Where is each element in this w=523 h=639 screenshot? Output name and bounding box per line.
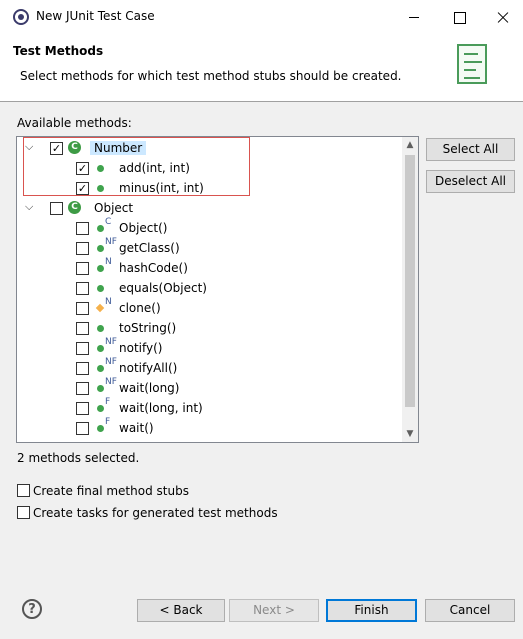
method-modifier-icon: N [105,257,112,267]
method-checkbox[interactable] [76,242,89,255]
method-visibility-icon [97,365,104,372]
maximize-button[interactable] [440,0,480,34]
class-icon: C [68,201,81,214]
method-row[interactable]: toString() [17,318,403,338]
tree-node-object[interactable]: ⌵ C Object [17,198,403,218]
eclipse-icon [13,9,29,25]
close-button[interactable] [483,0,523,34]
method-visibility-icon [97,405,104,412]
page-description: Select methods for which test method stu… [20,69,402,83]
method-row[interactable]: Fwait(long, int) [17,397,403,418]
node-checkbox[interactable] [50,202,63,215]
method-row[interactable]: NhashCode() [17,257,403,278]
create-tasks-checkbox[interactable] [17,506,30,519]
method-modifier-icon: C [105,217,112,227]
final-stubs-label: Create final method stubs [33,484,189,498]
window-title: New JUnit Test Case [36,9,155,23]
method-row[interactable]: Nclone() [17,297,403,318]
method-label: notifyAll() [119,361,178,375]
method-row[interactable]: NF getClass() [17,237,403,258]
scroll-up-icon[interactable]: ▲ [402,137,418,153]
method-row[interactable]: equals(Object) [17,278,403,298]
method-label: clone() [119,301,161,315]
method-modifier-icon: NF [105,357,117,367]
method-visibility-icon [97,265,104,272]
method-modifier-icon: N [105,297,112,307]
method-row[interactable]: NF notifyAll() [17,357,403,378]
scroll-down-icon[interactable]: ▼ [402,426,418,442]
method-checkbox[interactable] [76,402,89,415]
page-title: Test Methods [13,44,104,58]
wizard-banner-icon [457,44,487,84]
wizard-header: Test Methods Select methods for which te… [0,34,523,102]
method-label: Object() [119,221,168,235]
method-checkbox[interactable] [76,422,89,435]
tree-scrollbar[interactable]: ▲ ▼ [402,137,418,442]
method-row[interactable]: C Object() [17,217,403,238]
method-checkbox[interactable] [76,362,89,375]
method-label: wait(long, int) [119,401,203,415]
final-stubs-checkbox[interactable] [17,484,30,497]
method-modifier-icon: NF [105,377,117,387]
method-visibility-icon [97,225,104,232]
method-label: wait(long) [119,381,180,395]
method-row[interactable]: NF notify() [17,337,403,358]
method-modifier-icon: NF [105,237,117,247]
method-modifier-icon: NF [105,337,117,347]
method-row[interactable]: Fwait() [17,417,403,438]
method-visibility-icon [97,425,104,432]
highlight-annotation [23,137,250,196]
method-label: toString() [119,321,177,335]
method-visibility-icon [97,345,104,352]
method-visibility-icon [95,303,105,313]
selection-status: 2 methods selected. [17,451,140,465]
method-label: getClass() [119,241,180,255]
deselect-all-button[interactable]: Deselect All [426,170,515,193]
method-label: wait() [119,421,154,435]
method-checkbox[interactable] [76,322,89,335]
method-checkbox[interactable] [76,382,89,395]
method-checkbox[interactable] [76,302,89,315]
help-icon[interactable]: ? [22,599,42,619]
select-all-button[interactable]: Select All [426,138,515,161]
node-label: Object [94,201,134,215]
back-button[interactable]: < Back [137,599,225,622]
method-visibility-icon [97,285,104,292]
method-checkbox[interactable] [76,282,89,295]
method-visibility-icon [97,245,104,252]
minimize-button[interactable] [395,0,435,34]
title-bar: New JUnit Test Case [0,0,523,34]
method-visibility-icon [97,385,104,392]
available-methods-label: Available methods: [17,116,132,130]
expand-arrow-icon[interactable]: ⌵ [25,200,33,214]
scroll-thumb[interactable] [405,155,415,407]
finish-button[interactable]: Finish [326,599,417,622]
method-label: equals(Object) [119,281,207,295]
cancel-button[interactable]: Cancel [425,599,515,622]
method-row[interactable]: NF wait(long) [17,377,403,398]
method-modifier-icon: F [105,397,111,407]
method-checkbox[interactable] [76,342,89,355]
next-button[interactable]: Next > [229,599,319,622]
method-label: notify() [119,341,163,355]
method-label: hashCode() [119,261,188,275]
method-checkbox[interactable] [76,262,89,275]
method-visibility-icon [97,325,104,332]
method-modifier-icon: F [105,417,111,427]
create-tasks-label: Create tasks for generated test methods [33,506,278,520]
method-checkbox[interactable] [76,222,89,235]
